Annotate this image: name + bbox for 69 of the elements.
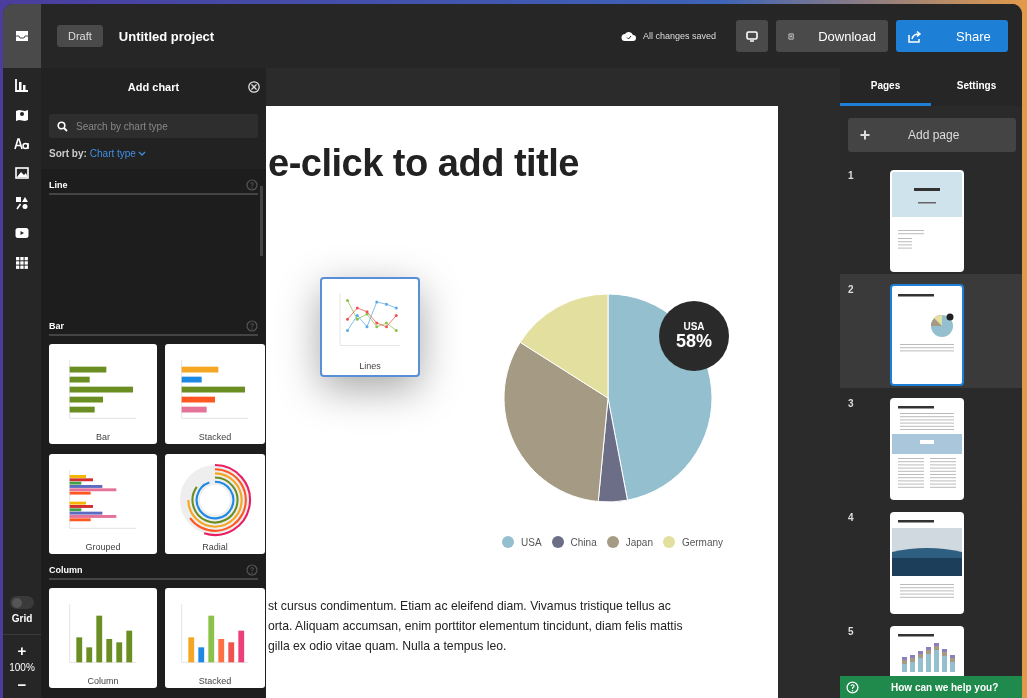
zoom-out-button[interactable]: − [17, 677, 27, 692]
caret-icon [137, 151, 146, 156]
page-row[interactable]: 3 [840, 388, 1022, 502]
shapes-icon[interactable] [15, 196, 29, 210]
grid-toggle[interactable] [10, 596, 34, 609]
share-button[interactable]: Share [896, 20, 1008, 52]
chart-tooltip: USA 58% [659, 301, 729, 371]
help-icon [246, 320, 258, 332]
chart-type-tile[interactable]: Stacked [165, 344, 265, 444]
panel-title: Add chart [127, 81, 180, 93]
page-number: 1 [848, 170, 854, 183]
search-icon [57, 121, 68, 132]
scrollbar[interactable] [260, 186, 263, 256]
zoom-in-button[interactable]: + [17, 643, 27, 658]
legend-label: USA [521, 536, 542, 548]
chart-type-tile[interactable]: Stacked [165, 588, 265, 688]
present-button[interactable] [736, 20, 768, 52]
help-icon [846, 680, 859, 694]
page-number: 2 [848, 284, 854, 297]
status-badge: Draft [57, 25, 103, 47]
legend-label: Japan [625, 536, 653, 548]
grid-icon[interactable] [15, 256, 29, 270]
page-number: 4 [848, 512, 854, 525]
grid-label: Grid [11, 613, 33, 624]
chart-type-tile[interactable]: Bar [49, 344, 157, 444]
body-paragraph[interactable]: st cursus condimentum. Etiam ac eleifend diam. Vivamus tristique tellus ac orta. Aliquam accumsan, enim porttitor elementum tincidunt, diam felis mattis gilla ex odio vitae quam. Nulla a tempus leo. [268, 596, 683, 656]
legend-label: Germany [681, 536, 724, 548]
section-heading: Column [49, 565, 83, 575]
help-button[interactable]: How can we help you? [840, 676, 1022, 698]
chart-type-tile[interactable]: Column [49, 588, 157, 688]
legend-label: China [570, 536, 597, 548]
monitor-icon [746, 30, 758, 42]
sort-dropdown[interactable]: Chart type [89, 148, 146, 159]
page-number: 3 [848, 398, 854, 411]
image-icon[interactable] [15, 166, 29, 180]
project-title[interactable]: Untitled project [118, 28, 215, 44]
page-thumbnail[interactable] [889, 398, 964, 500]
plus-icon [860, 130, 870, 140]
map-pin-icon[interactable] [15, 108, 29, 122]
close-icon[interactable] [248, 81, 260, 93]
page-number: 5 [848, 626, 854, 639]
dragged-chart-tile[interactable]: Lines [320, 277, 420, 377]
page-title[interactable]: e-click to add title [268, 106, 778, 185]
page-row[interactable]: 2 [840, 274, 1022, 388]
page-thumbnail[interactable] [889, 170, 964, 272]
section-heading: Line [49, 180, 68, 190]
page-row[interactable]: 1 [840, 160, 1022, 274]
download-button[interactable]: Download [776, 20, 888, 52]
chart-type-tile[interactable]: Radial [165, 454, 265, 554]
chart-icon[interactable] [15, 78, 29, 92]
cloud-icon [620, 30, 637, 42]
panel-tab[interactable]: Settings [931, 68, 1022, 106]
page-thumbnail[interactable] [889, 284, 964, 386]
video-icon[interactable] [15, 226, 29, 240]
tray-icon[interactable] [15, 30, 29, 42]
page-row[interactable]: 4 [840, 502, 1022, 616]
page-thumbnail[interactable] [889, 512, 964, 614]
search-field[interactable]: Search by chart type [49, 114, 258, 138]
save-status: All changes saved [642, 31, 716, 41]
help-icon [246, 564, 258, 576]
add-page-button[interactable]: Add page [848, 118, 1016, 152]
section-heading: Bar [49, 321, 64, 331]
zoom-level: 100% [9, 662, 35, 673]
chart-type-tile[interactable]: Grouped [49, 454, 157, 554]
panel-tab[interactable]: Pages [840, 68, 931, 106]
sort-label: Sort by: [49, 148, 87, 159]
help-icon [246, 179, 258, 191]
text-icon[interactable] [14, 138, 30, 150]
share-icon [908, 29, 922, 43]
